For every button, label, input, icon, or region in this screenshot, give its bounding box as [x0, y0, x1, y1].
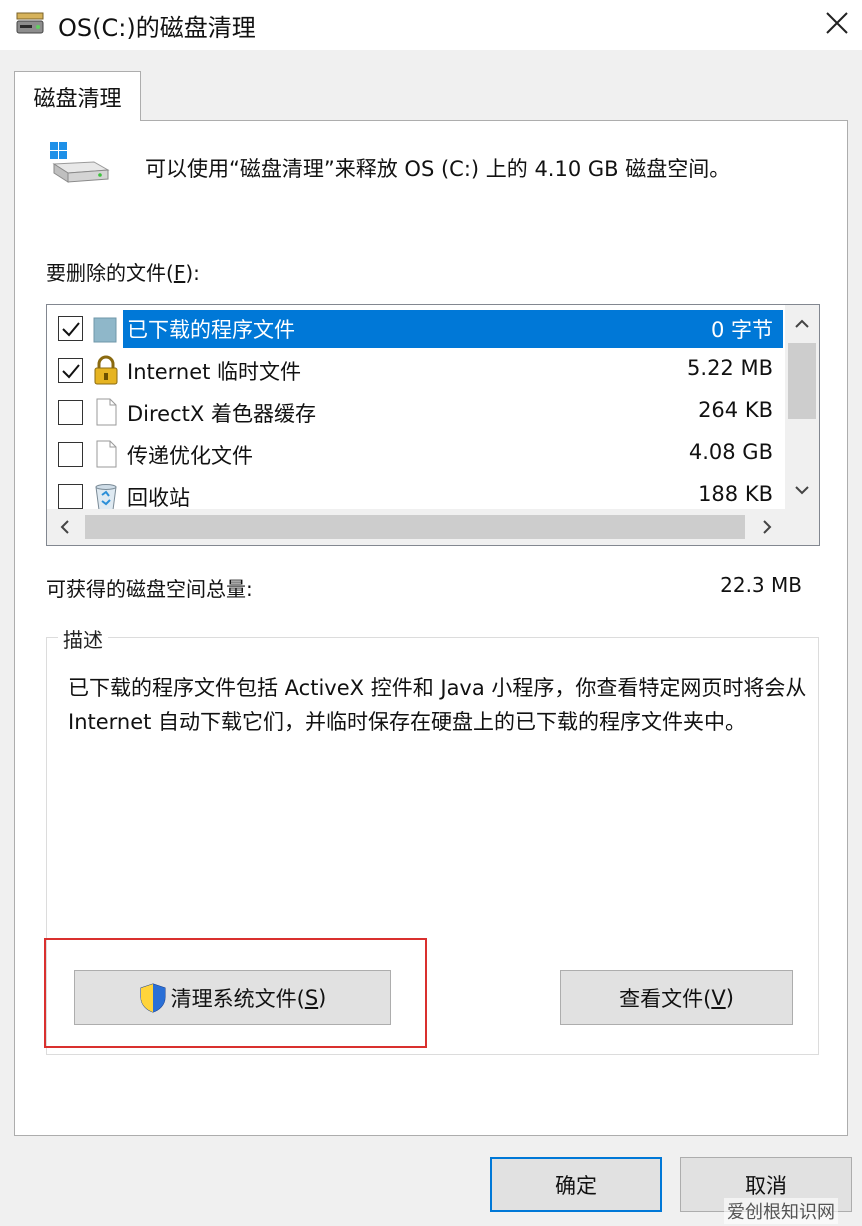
disk-cleanup-icon: [16, 12, 44, 34]
view-label-suffix: ): [725, 985, 734, 1010]
files-to-delete-label: 要删除的文件(F):: [46, 257, 200, 286]
horizontal-scroll-thumb[interactable]: [85, 515, 745, 539]
vertical-scrollbar[interactable]: [785, 305, 819, 509]
file-size: 5.22 MB: [687, 356, 773, 380]
file-name: DirectX 着色器缓存: [127, 402, 316, 426]
list-item[interactable]: 传递优化文件 4.08 GB: [47, 433, 785, 475]
close-button[interactable]: [812, 0, 862, 46]
total-space-label: 可获得的磁盘空间总量:: [46, 577, 253, 601]
chevron-up-icon: [795, 319, 809, 328]
file-name: 回收站: [127, 486, 190, 509]
files-label-suffix: ):: [185, 261, 200, 285]
description-group-label: 描述: [58, 624, 108, 653]
check-icon: [61, 321, 80, 336]
file-size: 0 字节: [710, 318, 773, 342]
total-space-value: 22.3 MB: [720, 573, 802, 597]
chevron-left-icon: [60, 520, 69, 534]
recycle-bin-icon: [95, 484, 117, 509]
file-size: 188 KB: [698, 482, 773, 506]
tab-disk-cleanup[interactable]: 磁盘清理: [14, 71, 141, 121]
file-size: 264 KB: [698, 398, 773, 422]
file-icon: [96, 398, 117, 426]
scroll-up-button[interactable]: [785, 305, 819, 343]
file-name: 已下载的程序文件: [127, 318, 295, 342]
title-bar: OS(C:)的磁盘清理: [0, 0, 862, 50]
files-list: 已下载的程序文件 0 字节 Internet 临时文件 5.22 MB Dire…: [47, 305, 785, 509]
list-item[interactable]: 回收站 188 KB: [47, 475, 785, 509]
files-listbox[interactable]: 已下载的程序文件 0 字节 Internet 临时文件 5.22 MB Dire…: [46, 304, 820, 546]
files-label-accel: F: [173, 261, 186, 285]
annotation-highlight-box: [44, 938, 427, 1048]
scroll-left-button[interactable]: [47, 509, 83, 545]
view-files-button[interactable]: 查看文件(V): [560, 970, 793, 1025]
list-item[interactable]: 已下载的程序文件 0 字节: [47, 307, 785, 349]
chevron-right-icon: [763, 520, 772, 534]
hard-drive-icon: [50, 142, 110, 183]
checkbox[interactable]: [58, 316, 83, 341]
close-icon: [826, 12, 848, 34]
checkbox[interactable]: [58, 484, 83, 509]
intro-text: 可以使用“磁盘清理”来释放 OS (C:) 上的 4.10 GB 磁盘空间。: [145, 157, 731, 181]
window-title: OS(C:)的磁盘清理: [58, 14, 256, 42]
description-text: 已下载的程序文件包括 ActiveX 控件和 Java 小程序，你查看特定网页时…: [68, 676, 807, 734]
lock-icon: [94, 355, 118, 385]
view-label-prefix: 查看文件(: [619, 986, 712, 1011]
file-size: 4.08 GB: [688, 440, 773, 464]
scroll-down-button[interactable]: [785, 471, 819, 509]
scrollbar-corner: [785, 509, 819, 545]
file-name: Internet 临时文件: [127, 360, 302, 384]
scroll-right-button[interactable]: [749, 509, 785, 545]
file-name: 传递优化文件: [127, 444, 253, 468]
file-icon: [96, 440, 117, 468]
view-label-accel: V: [711, 985, 726, 1010]
checkbox[interactable]: [58, 400, 83, 425]
files-label-prefix: 要删除的文件(: [46, 261, 174, 285]
checkbox[interactable]: [58, 442, 83, 467]
horizontal-scrollbar[interactable]: [47, 509, 785, 545]
ok-button[interactable]: 确定: [490, 1157, 662, 1212]
list-item[interactable]: DirectX 着色器缓存 264 KB: [47, 391, 785, 433]
checkbox[interactable]: [58, 358, 83, 383]
vertical-scroll-thumb[interactable]: [788, 343, 816, 419]
watermark: 爱创根知识网: [724, 1198, 838, 1224]
list-item[interactable]: Internet 临时文件 5.22 MB: [47, 349, 785, 391]
chevron-down-icon: [795, 486, 809, 495]
folder-icon: [93, 317, 117, 343]
check-icon: [61, 363, 80, 378]
